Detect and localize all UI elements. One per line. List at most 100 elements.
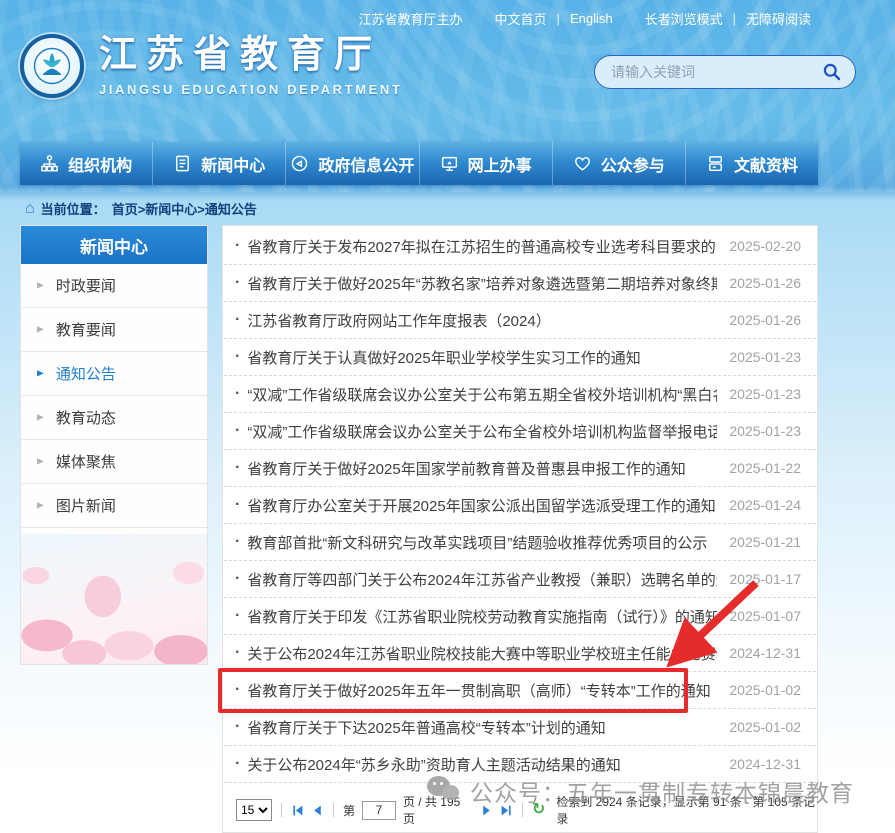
sidebar-title: 新闻中心 [21,226,207,264]
notice-row[interactable]: · 关于公布2024年江苏省职业院校技能大赛中等职业学校班主任能力比赛获奖… 2… [224,635,816,672]
notice-link[interactable]: 江苏省教育厅政府网站工作年度报表（2024） [247,310,717,331]
notice-row[interactable]: · 省教育厅等四部门关于公布2024年江苏省产业教授（兼职）选聘名单的通知 20… [224,561,816,598]
bullet-icon: · [235,385,240,403]
search-box [594,55,856,89]
sidebar-item-label: 图片新闻 [56,495,116,516]
notice-date: 2024-12-31 [729,756,801,772]
notice-link[interactable]: 省教育厅关于发布2027年拟在江苏招生的普通高校专业选考科目要求的公告 [247,236,717,257]
page-total-label: 页 / 共 195 页 [403,793,473,827]
topbar-separator: | [557,11,560,26]
bullet-icon: · [235,274,240,292]
sidebar-item[interactable]: ▶ 媒体聚焦 [21,440,207,484]
nav-item[interactable]: 政府信息公开 [286,142,419,185]
topbar-elder-mode-link[interactable]: 长者浏览模式 [645,9,723,28]
nav-item[interactable]: 组织机构 [20,142,153,185]
search-button[interactable] [819,59,845,85]
notice-date: 2025-01-26 [729,275,801,291]
search-input[interactable] [611,64,819,80]
sidebar-item[interactable]: ▶ 专题报道 [21,528,207,572]
notice-row[interactable]: · “双减”工作省级联席会议办公室关于公布第五期全省校外培训机构“黑白名单… 2… [224,376,816,413]
sidebar-item-label: 时政要闻 [56,275,116,296]
sidebar-item-label: 教育动态 [56,407,116,428]
notice-date: 2025-02-20 [729,238,801,254]
notice-row[interactable]: · 关于公布2024年“苏乡永助”资助育人主题活动结果的通知 2024-12-3… [224,746,816,783]
bullet-icon: · [235,755,240,773]
topbar-accessibility-link[interactable]: 无障碍阅读 [746,9,811,28]
notice-row[interactable]: · 省教育厅关于做好2025年“苏教名家”培养对象遴选暨第二期培养对象终期… 2… [224,265,816,302]
sidebar-item[interactable]: ▶ 图片新闻 [21,484,207,528]
notice-row[interactable]: · “双减”工作省级联席会议办公室关于公布全省校外培训机构监督举报电话的公… 2… [224,413,816,450]
notice-date: 2025-01-07 [729,608,801,624]
notice-row[interactable]: · 教育部首批“新文科研究与改革实践项目”结题验收推荐优秀项目的公示 2025-… [224,524,816,561]
breadcrumb-label: 当前位置： [41,199,106,218]
notice-link[interactable]: 关于公布2024年“苏乡永助”资助育人主题活动结果的通知 [247,754,717,775]
last-page-button[interactable] [500,804,513,817]
prev-page-button[interactable] [311,804,324,817]
nav-item[interactable]: 文献资料 [686,142,818,185]
notice-link[interactable]: 关于公布2024年江苏省职业院校技能大赛中等职业学校班主任能力比赛获奖… [247,643,717,664]
notice-row[interactable]: · 江苏省教育厅政府网站工作年度报表（2024） 2025-01-26 [224,302,816,339]
refresh-icon[interactable]: ↻ [532,802,545,818]
notice-link[interactable]: 省教育厅关于印发《江苏省职业院校劳动教育实施指南（试行）》的通知 [247,606,717,627]
caret-right-icon: ▶ [37,501,44,511]
notice-row[interactable]: · 省教育厅关于印发《江苏省职业院校劳动教育实施指南（试行）》的通知 2025-… [224,598,816,635]
topbar-separator: | [733,11,736,26]
page-size-select[interactable]: 15 [236,799,272,821]
topbar-host[interactable]: 江苏省教育厅主办 [359,9,463,28]
caret-right-icon: ▶ [37,325,44,335]
nav-item[interactable]: 公众参与 [553,142,686,185]
pager-divider [522,803,523,817]
nav-item[interactable]: 网上办事 [420,142,553,185]
first-page-button[interactable] [291,804,304,817]
notice-row[interactable]: · 省教育厅关于认真做好2025年职业学校学生实习工作的通知 2025-01-2… [224,339,816,376]
bullet-icon: · [235,533,240,551]
result-count-summary: 检索到 2924 条记录，显示第 91 条 - 第 105 条记录 [556,793,817,827]
notice-link[interactable]: 省教育厅等四部门关于公布2024年江苏省产业教授（兼职）选聘名单的通知 [247,569,717,590]
nav-item-label: 政府信息公开 [318,152,414,176]
bullet-icon: · [235,422,240,440]
notice-row[interactable]: · 省教育厅关于做好2025年五年一贯制高职（高师）“专转本”工作的通知 202… [224,672,816,709]
notice-link[interactable]: “双减”工作省级联席会议办公室关于公布第五期全省校外培训机构“黑白名单… [247,384,717,405]
topbar: 江苏省教育厅主办 中文首页 | English 长者浏览模式 | 无障碍阅读 [359,9,811,28]
topbar-english-link[interactable]: English [570,11,613,26]
site-title: 江苏省教育厅 [99,35,402,77]
caret-right-icon: ▶ [37,281,44,291]
bullet-icon: · [235,718,240,736]
notice-link[interactable]: 省教育厅关于做好2025年五年一贯制高职（高师）“专转本”工作的通知 [247,680,717,701]
pager-divider [281,803,282,817]
sidebar: 新闻中心 ▶ 时政要闻 ▶ 教育要闻 ▶ 通知公告 ▶ 教育动态 ▶ 媒体聚焦 … [20,225,208,665]
sidebar-item[interactable]: ▶ 教育动态 [21,396,207,440]
caret-right-icon: ▶ [37,457,44,467]
search-icon [822,62,842,82]
bullet-icon: · [235,237,240,255]
breadcrumb-path[interactable]: 首页>新闻中心>通知公告 [112,199,257,218]
documents-icon [706,154,725,173]
notice-link[interactable]: 省教育厅关于做好2025年国家学前教育普及普惠县申报工作的通知 [247,458,717,479]
page-number-input[interactable] [362,801,396,820]
next-page-button[interactable] [480,804,493,817]
notice-date: 2025-01-23 [729,386,801,402]
notice-row[interactable]: · 省教育厅关于下达2025年普通高校“专转本”计划的通知 2025-01-02 [224,709,816,746]
notice-link[interactable]: 省教育厅办公室关于开展2025年国家公派出国留学选派受理工作的通知 [247,495,717,516]
notice-link[interactable]: 省教育厅关于认真做好2025年职业学校学生实习工作的通知 [247,347,717,368]
org-chart-icon [40,154,59,173]
sidebar-item[interactable]: ▶ 教育要闻 [21,308,207,352]
logo-badge[interactable] [20,34,84,98]
notice-link[interactable]: 教育部首批“新文科研究与改革实践项目”结题验收推荐优秀项目的公示 [247,532,717,553]
notice-list-panel: · 省教育厅关于发布2027年拟在江苏招生的普通高校专业选考科目要求的公告 20… [222,225,818,833]
notice-link[interactable]: 省教育厅关于做好2025年“苏教名家”培养对象遴选暨第二期培养对象终期… [247,273,717,294]
topbar-home-link[interactable]: 中文首页 [495,9,547,28]
notice-row[interactable]: · 省教育厅关于发布2027年拟在江苏招生的普通高校专业选考科目要求的公告 20… [224,228,816,265]
notice-row[interactable]: · 省教育厅办公室关于开展2025年国家公派出国留学选派受理工作的通知 2025… [224,487,816,524]
main-nav: 组织机构 新闻中心 政府信息公开 网上办事 公众参与 文献资料 [20,142,818,185]
notice-row[interactable]: · 省教育厅关于做好2025年国家学前教育普及普惠县申报工作的通知 2025-0… [224,450,816,487]
nav-item[interactable]: 新闻中心 [153,142,286,185]
notice-link[interactable]: 省教育厅关于下达2025年普通高校“专转本”计划的通知 [247,717,717,738]
news-icon [173,154,192,173]
pager-divider [333,803,334,817]
notice-link[interactable]: “双减”工作省级联席会议办公室关于公布全省校外培训机构监督举报电话的公… [247,421,717,442]
online-service-icon [440,154,459,173]
bullet-icon: · [235,644,240,662]
sidebar-item[interactable]: ▶ 时政要闻 [21,264,207,308]
sidebar-item[interactable]: ▶ 通知公告 [21,352,207,396]
